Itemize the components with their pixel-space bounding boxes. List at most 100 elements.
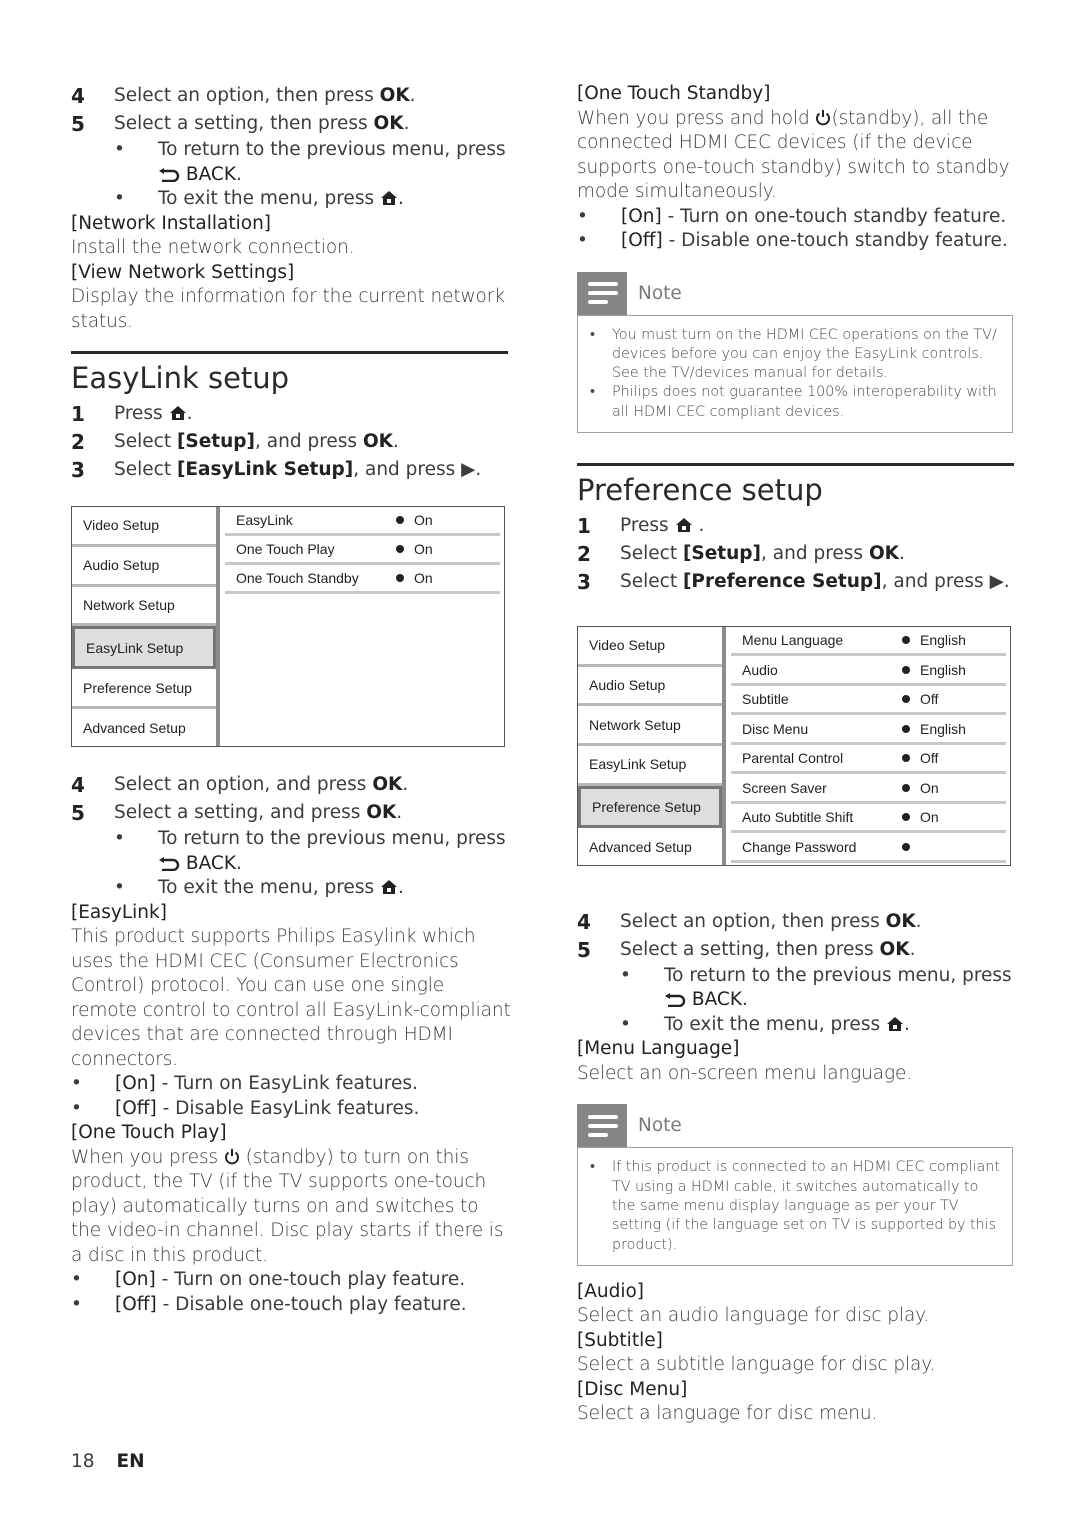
menu-category-audio-setup[interactable]: Audio Setup [578,667,722,707]
menu-category-video-setup[interactable]: Video Setup [578,627,722,667]
menu-option-menu-language[interactable]: Menu Language English [731,627,1006,657]
option-label: Parental Control [742,750,844,767]
note-label: Note [638,282,682,304]
easylink-heading: [EasyLink] [71,901,167,923]
back-icon [159,167,180,182]
left-column: 4 Select an option, then press OK. 5 Sel… [71,82,511,1317]
menu-category-preference-setup[interactable]: Preference Setup [578,785,722,829]
option-label: One Touch Standby [236,570,359,586]
return-bullet: • To return to the previous menu, press … [620,964,1012,1011]
option-label: EasyLink [236,512,293,528]
menu-category-easylink-setup[interactable]: EasyLink Setup [72,626,216,670]
menu-options: Menu Language English Audio English Subtitle… [726,627,1010,865]
right-arrow-icon: ▶ [461,459,476,480]
menu-category-easylink-setup[interactable]: EasyLink Setup [578,746,722,786]
one-touch-standby-off-bullet: • [Off] - Disable one-touch standby feat… [577,230,1008,251]
easylink-step-2: 2 Select [Setup], and press OK. [71,430,399,454]
preference-step-5: 5 Select a setting, then press OK. [577,937,916,962]
option-label: One Touch Play [236,541,335,557]
menu-option-parental-control[interactable]: Parental Control Off [731,745,1006,775]
menu-category-audio-setup[interactable]: Audio Setup [72,547,216,587]
option-label: Auto Subtitle Shift [742,809,854,826]
note-box: Note • You must turn on the HDMI CEC oper… [577,271,1013,433]
bullet-icon [902,842,910,851]
menu-option-auto-subtitle-shift[interactable]: Auto Subtitle Shift On [731,804,1006,834]
option-label: Change Password [742,838,857,855]
subtitle-text: Select a subtitle language for disc play… [577,1354,936,1376]
menu-option-disc-menu[interactable]: Disc Menu English [731,715,1006,745]
menu-category-network-setup[interactable]: Network Setup [72,587,216,627]
right-column: [One Touch Standby] When you press and h… [577,82,1017,1427]
easylink-title: EasyLink setup [71,361,290,395]
option-value: English [920,720,966,737]
section-divider [71,351,508,354]
preference-title: Preference setup [577,472,823,507]
option-label: Screen Saver [742,779,827,796]
menu-category-advanced-setup[interactable]: Advanced Setup [578,828,722,865]
note-label: Note [638,1115,682,1137]
home-icon [169,406,186,420]
menu-language-heading: [Menu Language] [577,1038,740,1060]
menu-category-advanced-setup[interactable]: Advanced Setup [72,709,216,746]
audio-text: Select an audio language for disc play. [577,1305,930,1327]
menu-option-subtitle[interactable]: Subtitle Off [731,686,1006,716]
language-code: EN [116,1451,145,1472]
menu-option-one-touch-standby[interactable]: One Touch Standby On [225,565,500,594]
menu-option-easylink[interactable]: EasyLink On [225,507,500,536]
bullet-icon [902,636,910,645]
menu-categories: Video Setup Audio Setup Network Setup EasyL… [578,626,726,865]
exit-bullet: • To exit the menu, press . [114,877,404,898]
option-value: On [414,512,433,528]
home-icon [380,191,397,205]
option-value: On [414,541,433,557]
menu-option-audio[interactable]: Audio English [731,656,1006,686]
option-value: Off [920,750,939,767]
home-icon [675,517,692,532]
bullet-icon [396,545,404,553]
easylink-description: This product supports Philips Easylink w… [71,926,511,1070]
one-touch-play-heading: [One Touch Play] [71,1122,227,1143]
network-installation-heading: [Network Installation] [71,212,272,234]
option-value: On [414,570,433,586]
bullet-icon [396,516,404,524]
disc-menu-heading: [Disc Menu] [577,1378,688,1400]
easylink-setup-menu: Video Setup Audio Setup Network Setup EasyL… [71,506,505,747]
preference-step-4: 4 Select an option, then press OK. [577,909,922,934]
one-touch-standby-description: When you press and hold (standby), all t… [577,107,1010,203]
note-item: • If this product is connected to an HDMI… [590,1159,1000,1253]
bullet-icon [902,783,910,792]
preference-step-1: 1 Press . [577,513,705,538]
one-touch-standby-heading: [One Touch Standby] [577,83,771,104]
standby-icon [816,109,831,125]
option-label: Audio [742,661,778,678]
preference-step-2: 2 Select [Setup], and press OK. [577,541,905,566]
one-touch-standby-on-bullet: • [On] - Turn on one-touch standby featu… [577,205,1007,227]
menu-option-screen-saver[interactable]: Screen Saver On [731,774,1006,804]
easylink-off-bullet: • [Off] - Disable EasyLink features. [71,1097,420,1119]
preference-step-3: 3 Select [Preference Setup], and press ▶… [577,569,1010,594]
subtitle-heading: [Subtitle] [577,1329,663,1351]
note-icon [577,1104,627,1148]
one-touch-play-description: When you press (standby) to turn on this… [71,1146,504,1266]
menu-option-change-password[interactable]: Change Password [731,833,1006,863]
bullet-icon [902,813,910,822]
easylink-step-3: 3 Select [EasyLink Setup], and press ▶. [71,458,482,482]
page-number: 18 [71,1451,95,1472]
bullet-icon [902,695,910,704]
standby-icon [224,1148,239,1164]
menu-category-preference-setup[interactable]: Preference Setup [72,669,216,710]
exit-bullet: • To exit the menu, press . [620,1013,910,1035]
one-touch-play-off-bullet: • [Off] - Disable one-touch play feature… [71,1293,467,1315]
view-network-settings-heading: [View Network Settings] [71,261,295,283]
note-item: • Philips does not guarantee 100% interop… [590,384,997,420]
menu-option-one-touch-play[interactable]: One Touch Play On [225,536,500,565]
menu-category-network-setup[interactable]: Network Setup [578,706,722,746]
menu-language-text: Select an on-screen menu language. [577,1062,913,1084]
back-icon [159,856,180,871]
view-network-settings-text: Display the information for the current … [71,286,505,332]
option-label: Subtitle [742,691,789,708]
disc-menu-text: Select a language for disc menu. [577,1403,878,1425]
menu-category-video-setup[interactable]: Video Setup [72,507,216,547]
network-installation-text: Install the network connection. [71,237,355,258]
menu-options: EasyLink On One Touch Play On One Touch Stan… [220,507,504,746]
